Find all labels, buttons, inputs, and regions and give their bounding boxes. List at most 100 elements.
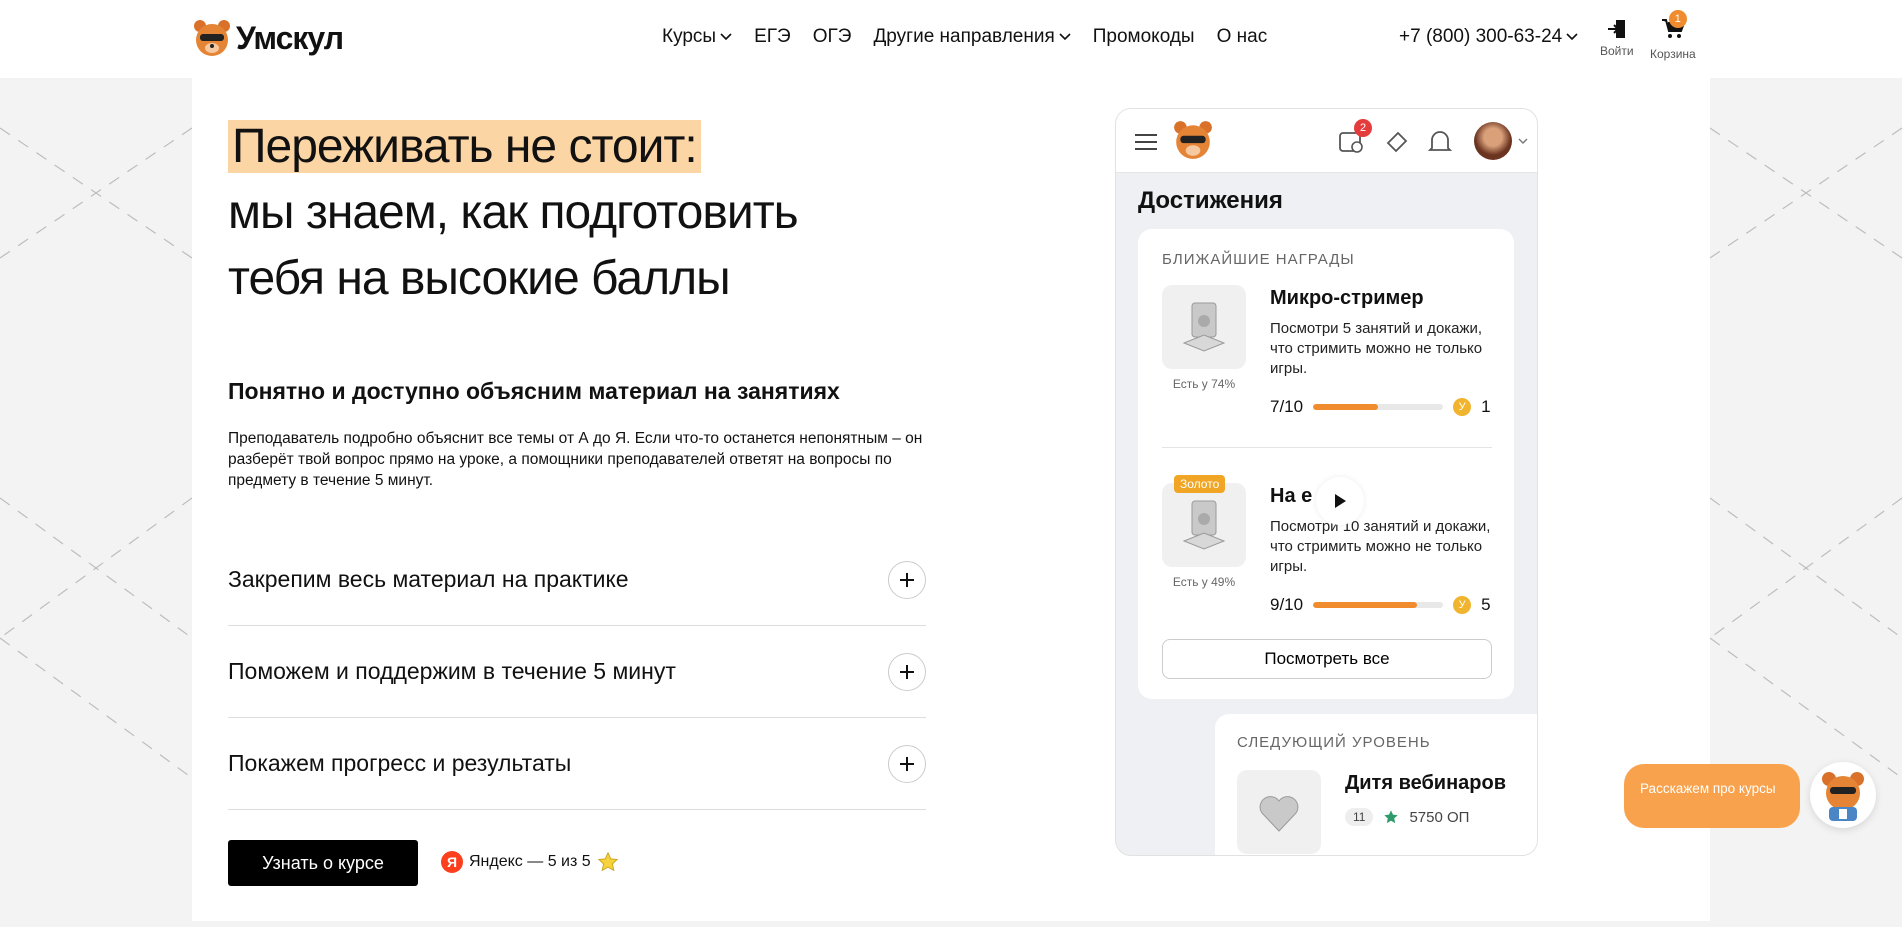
gold-tag: Золото xyxy=(1174,475,1226,493)
accordion-item-support[interactable]: Поможем и поддержим в течение 5 минут xyxy=(228,626,926,718)
award-description: Посмотри 5 занятий и докажи, что стримит… xyxy=(1270,320,1483,377)
hero-title-highlight: Переживать не стоит: xyxy=(228,120,701,173)
nav-oge-label: ОГЭ xyxy=(812,26,852,47)
plus-icon[interactable] xyxy=(888,652,926,691)
accordion-item-practice[interactable]: Закрепим весь материал на практике xyxy=(228,534,926,626)
award-progress-text: 7/10 xyxy=(1270,397,1304,416)
play-button[interactable] xyxy=(1316,477,1364,525)
coin-icon: У xyxy=(1453,398,1472,416)
bear-logo-icon xyxy=(194,20,230,56)
cart-count-badge: 1 xyxy=(1668,10,1687,28)
progress-bar xyxy=(1313,602,1444,608)
award-percent: Есть у 74% xyxy=(1172,377,1236,391)
nav-courses-label: Курсы xyxy=(662,26,717,47)
play-icon xyxy=(1335,494,1346,508)
nav-courses[interactable]: Курсы xyxy=(662,26,732,48)
phone-dropdown[interactable]: +7 (800) 300-63-24 xyxy=(1399,26,1578,48)
award-reward: 5 xyxy=(1481,595,1491,614)
chevron-down-icon xyxy=(1518,138,1528,144)
star-icon xyxy=(1384,810,1399,824)
feature-accordion: Закрепим весь материал на практике Помож… xyxy=(228,534,926,810)
login-label: Войти xyxy=(1600,44,1634,58)
nav-ege[interactable]: ЕГЭ xyxy=(754,26,791,48)
yandex-rating[interactable]: Я Яндекс — 5 из 5 xyxy=(441,851,619,873)
mockup-topbar: 2 xyxy=(1116,109,1537,173)
menu-icon[interactable] xyxy=(1134,133,1158,151)
nav-ege-label: ЕГЭ xyxy=(754,26,791,47)
next-level-meta: 11 5750 ОП xyxy=(1345,808,1469,826)
bear-logo-icon xyxy=(1174,121,1212,159)
achievements-title: Достижения xyxy=(1138,187,1283,214)
logo-text: Умскул xyxy=(236,19,344,56)
coin-icon: У xyxy=(1453,596,1472,614)
learn-course-button[interactable]: Узнать о курсе xyxy=(228,840,418,886)
hero-title-line2: мы знаем, как подготовить xyxy=(228,186,799,239)
login-button[interactable]: Войти xyxy=(1600,18,1634,58)
award-reward: 1 xyxy=(1481,397,1491,416)
progress-bar-fill xyxy=(1313,602,1418,608)
main-nav: Курсы ЕГЭ ОГЭ Другие направления Промоко… xyxy=(662,26,1267,48)
nav-about[interactable]: О нас xyxy=(1217,26,1268,48)
award-percent: Есть у 49% xyxy=(1172,575,1236,589)
bell-icon[interactable] xyxy=(1428,129,1452,155)
award-description: Посмотри 10 занятий и докажи, что стрими… xyxy=(1270,518,1491,575)
award-name: Микро-стример xyxy=(1270,287,1424,309)
plus-icon[interactable] xyxy=(888,560,926,599)
nav-promocodes[interactable]: Промокоды xyxy=(1093,26,1195,48)
chat-bubble[interactable]: Расскажем про курсы xyxy=(1624,764,1800,828)
login-icon xyxy=(1607,20,1625,38)
accordion-item-label: Поможем и поддержим в течение 5 минут xyxy=(228,658,676,684)
next-level-name: Дитя вебинаров xyxy=(1345,772,1507,794)
phone-number: +7 (800) 300-63-24 xyxy=(1399,26,1563,47)
progress-bar-fill xyxy=(1313,404,1379,410)
divider xyxy=(1162,447,1492,448)
chevron-down-icon xyxy=(1059,33,1071,41)
level-chip: 11 xyxy=(1345,808,1374,826)
nav-other-label: Другие направления xyxy=(873,26,1055,47)
ticket-icon[interactable] xyxy=(1384,129,1410,155)
award-name: На е xyxy=(1270,485,1313,507)
award-progress-text: 9/10 xyxy=(1270,595,1304,614)
avatar[interactable] xyxy=(1474,122,1512,160)
awards-section-label: БЛИЖАЙШИЕ НАГРАДЫ xyxy=(1162,251,1355,268)
plus-icon[interactable] xyxy=(888,744,926,783)
level-points: 5750 ОП xyxy=(1409,808,1470,826)
camera-stand-icon xyxy=(1182,500,1226,550)
nav-oge[interactable]: ОГЭ xyxy=(813,26,852,48)
accordion-item-label: Закрепим весь материал на практике xyxy=(228,566,629,592)
nav-about-label: О нас xyxy=(1216,26,1268,47)
feature-text: Преподаватель подробно объяснит все темы… xyxy=(228,430,923,489)
nav-promocodes-label: Промокоды xyxy=(1092,26,1195,47)
hero-title: Переживать не стоит: мы знаем, как подго… xyxy=(228,114,799,312)
chevron-down-icon xyxy=(1566,33,1578,41)
logo[interactable]: Умскул xyxy=(192,18,344,58)
camera-stand-icon xyxy=(1182,302,1226,352)
award-progress: 7/10 У 1 xyxy=(1270,397,1494,417)
yandex-icon: Я xyxy=(441,851,463,873)
next-level-label: СЛЕДУЮЩИЙ УРОВЕНЬ xyxy=(1237,734,1431,751)
cart-button[interactable]: 1 Корзина xyxy=(1650,10,1696,61)
app-mockup: 2 Достижения БЛИЖАЙШИЕ НАГРАДЫ Есть у 74… xyxy=(1115,108,1538,856)
accordion-item-label: Покажем прогресс и результаты xyxy=(228,750,572,776)
nav-other[interactable]: Другие направления xyxy=(873,26,1071,48)
rating-text: Яндекс — 5 из 5 xyxy=(469,853,591,870)
feature-heading: Понятно и доступно объясним материал на … xyxy=(228,378,840,404)
bear-mascot-icon xyxy=(1822,772,1864,821)
hero-title-line3: тебя на высокие баллы xyxy=(228,252,731,305)
next-level-thumbnail xyxy=(1237,770,1321,854)
progress-bar xyxy=(1313,404,1444,410)
award-thumbnail xyxy=(1162,483,1246,567)
see-all-button[interactable]: Посмотреть все xyxy=(1162,639,1492,679)
chevron-down-icon xyxy=(720,33,732,41)
notification-badge: 2 xyxy=(1354,119,1372,137)
site-header: Умскул Курсы ЕГЭ ОГЭ Другие направления … xyxy=(0,0,1902,78)
award-progress: 9/10 У 5 xyxy=(1270,595,1494,615)
accordion-item-progress[interactable]: Покажем прогресс и результаты xyxy=(228,718,926,810)
award-thumbnail xyxy=(1162,285,1246,369)
awards-card: БЛИЖАЙШИЕ НАГРАДЫ Есть у 74% Микро-стрим… xyxy=(1138,229,1514,699)
cart-label: Корзина xyxy=(1650,47,1696,61)
heart-icon xyxy=(1259,796,1299,832)
star-icon xyxy=(597,851,618,872)
chat-assistant-avatar[interactable] xyxy=(1810,762,1876,828)
next-level-card: СЛЕДУЮЩИЙ УРОВЕНЬ Дитя вебинаров 11 5750… xyxy=(1215,714,1537,855)
